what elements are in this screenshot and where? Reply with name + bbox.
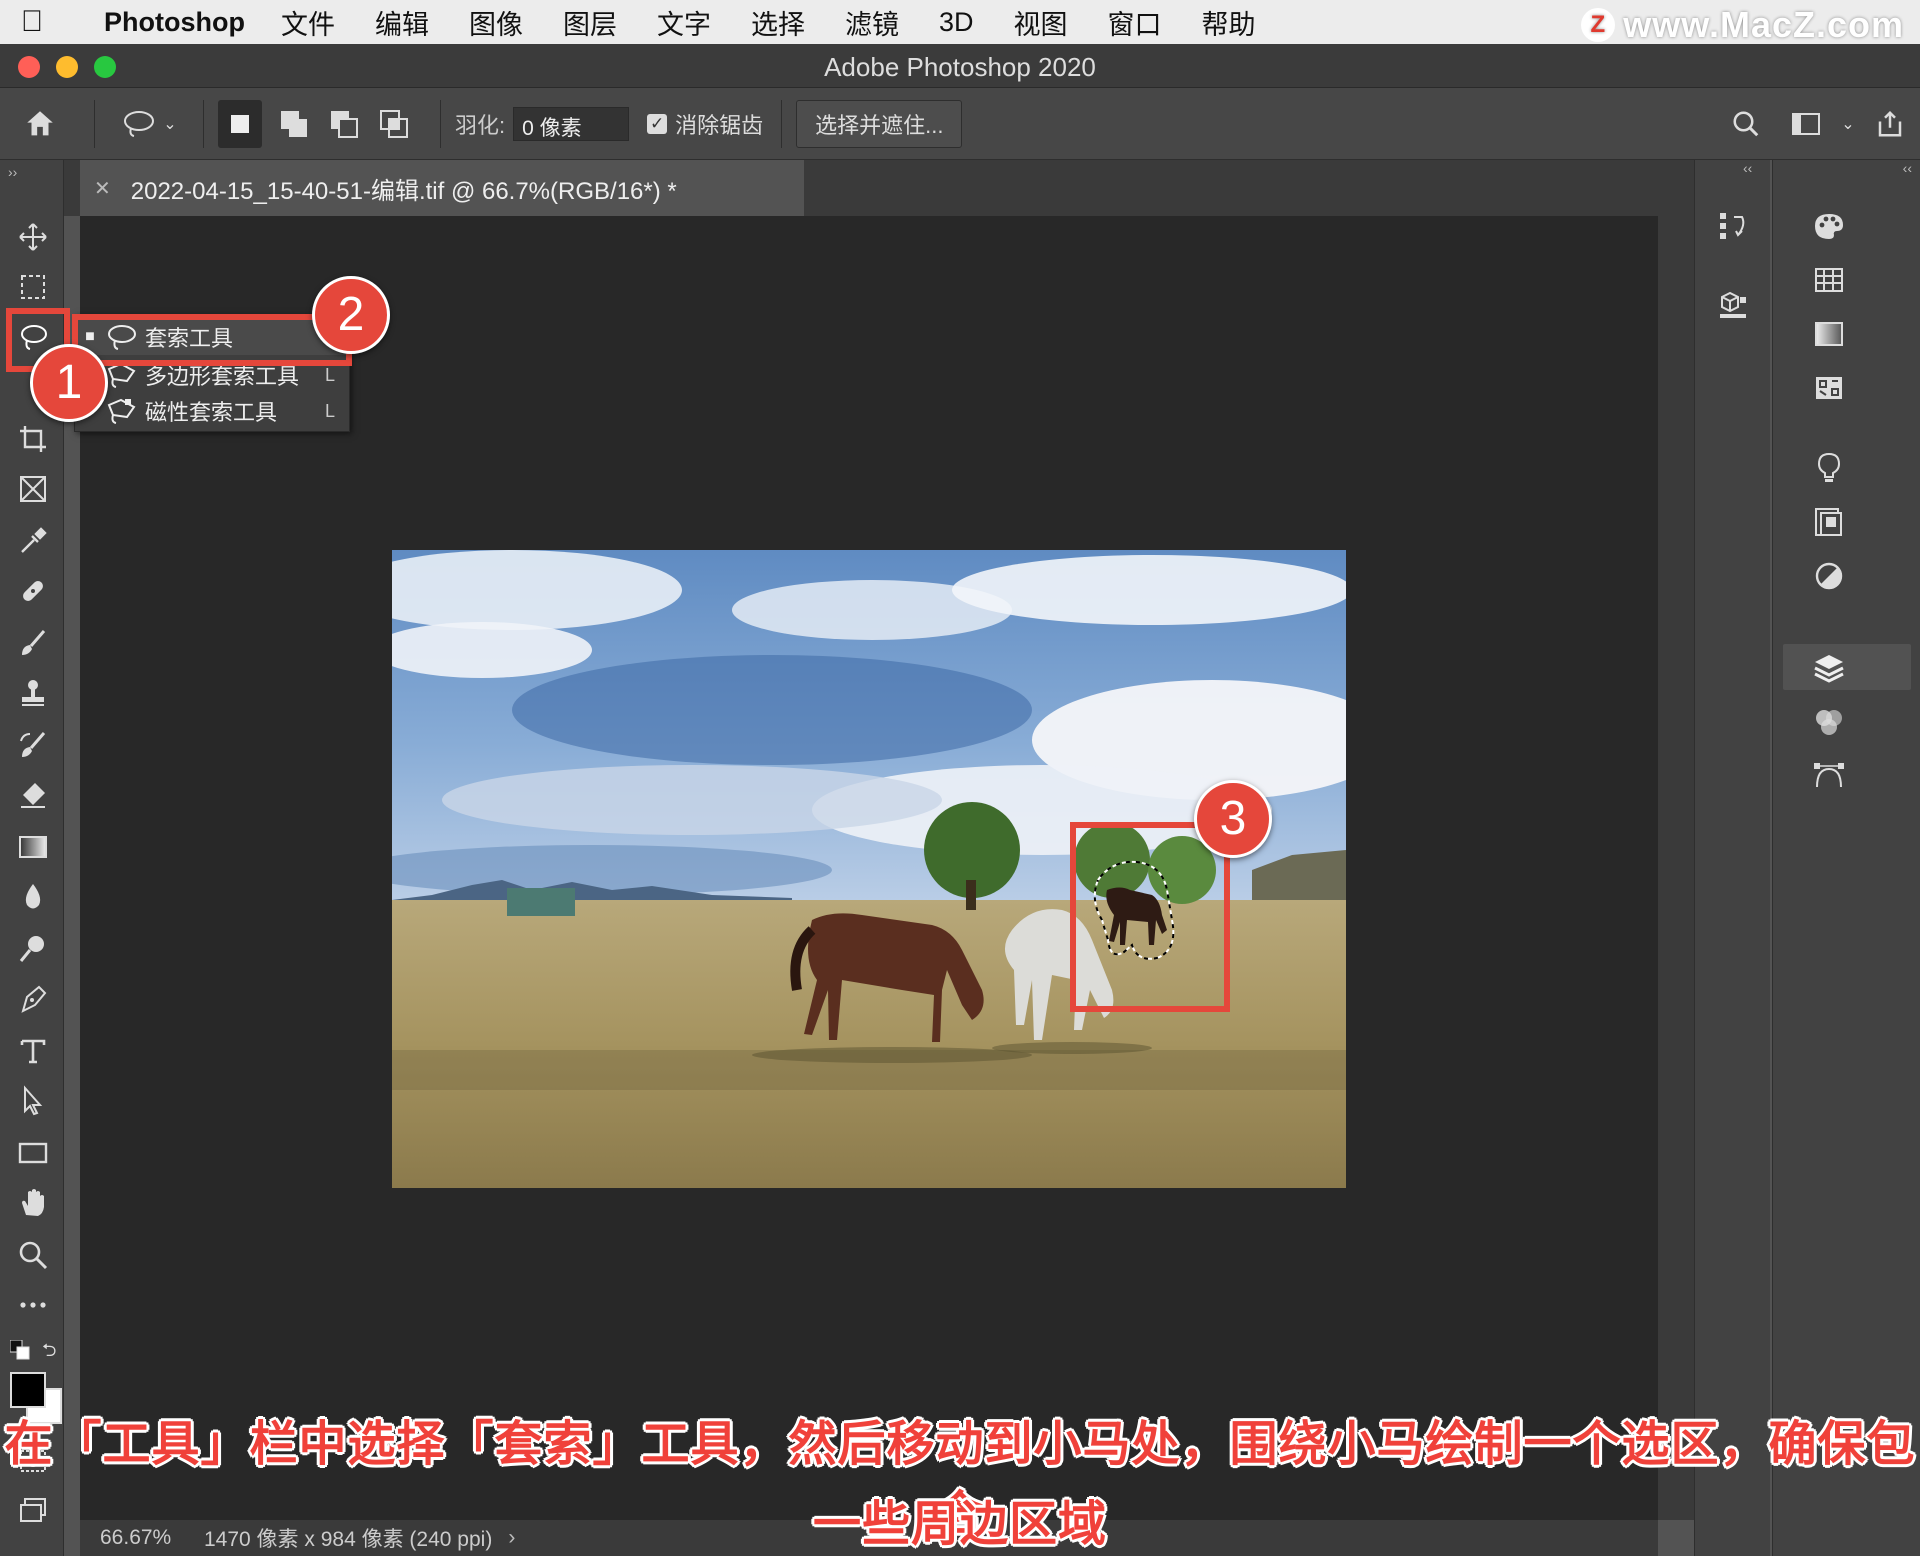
- menu-layer[interactable]: 图层: [563, 3, 617, 42]
- menu-edit[interactable]: 编辑: [375, 3, 429, 42]
- close-tab-icon[interactable]: ✕: [94, 176, 111, 201]
- antialias-checkbox[interactable]: ✓: [647, 113, 668, 134]
- default-colors-icon[interactable]: [9, 1339, 30, 1360]
- document-tab-title: 2022-04-15_15-40-51-编辑.tif @ 66.7%(RGB/1…: [130, 177, 677, 205]
- menu-image[interactable]: 图像: [469, 3, 523, 42]
- menu-help[interactable]: 帮助: [1202, 3, 1256, 42]
- subtract-from-selection-button[interactable]: [326, 106, 362, 142]
- lasso-preset-picker[interactable]: ⌄: [109, 109, 189, 139]
- pen-tool-icon[interactable]: [16, 982, 50, 1016]
- watermark-text: www.MacZ.com: [1623, 4, 1904, 45]
- add-to-selection-button[interactable]: [276, 106, 312, 142]
- eyedropper-tool-icon[interactable]: [16, 524, 50, 558]
- flyout-item-label: 磁性套索工具: [145, 400, 278, 425]
- layers-panel-icon[interactable]: [1809, 648, 1849, 688]
- type-tool-icon[interactable]: [16, 1034, 50, 1068]
- flyout-magnetic-lasso-tool[interactable]: 磁性套索工具 L: [75, 393, 351, 429]
- vertical-scrollbar[interactable]: [1658, 216, 1694, 1520]
- patterns-panel-icon[interactable]: [1809, 368, 1849, 408]
- menu-3d[interactable]: 3D: [939, 7, 974, 38]
- learn-panel-icon[interactable]: [1809, 448, 1849, 488]
- document-tab[interactable]: ✕ 2022-04-15_15-40-51-编辑.tif @ 66.7%(RGB…: [80, 160, 804, 216]
- brush-tool-icon[interactable]: [16, 626, 50, 660]
- annotation-badge-3: 3: [1194, 780, 1272, 858]
- separator: [781, 99, 783, 148]
- annotation-badge-2: 2: [312, 276, 390, 354]
- annotation-box-3: [1070, 822, 1230, 1012]
- adjustments-panel-icon[interactable]: [1809, 556, 1849, 596]
- dodge-tool-icon[interactable]: [16, 932, 50, 966]
- path-selection-tool-icon[interactable]: [16, 1084, 50, 1118]
- feather-label: 羽化:: [455, 112, 506, 138]
- move-tool-icon[interactable]: [16, 220, 50, 254]
- workspace-icon[interactable]: [1776, 111, 1836, 137]
- chevron-down-icon: ⌄: [163, 115, 177, 133]
- menu-filter[interactable]: 滤镜: [845, 3, 899, 42]
- annotation-box-2: [72, 314, 352, 366]
- options-bar: ⌄ 羽化: 0 像素 ✓ 消除锯齿 选择并遮住... ⌄: [0, 88, 1920, 160]
- window-title: Adobe Photoshop 2020: [824, 52, 1096, 82]
- color-panel-icon[interactable]: [1809, 206, 1849, 246]
- frame-tool-icon[interactable]: [16, 472, 50, 506]
- separator: [203, 99, 204, 148]
- caption-line-2: 一些周边区域: [812, 1498, 1107, 1551]
- clone-stamp-tool-icon[interactable]: [16, 676, 50, 710]
- paths-panel-icon[interactable]: [1809, 756, 1849, 796]
- channels-panel-icon[interactable]: [1809, 702, 1849, 742]
- intersect-selection-button[interactable]: [376, 106, 412, 142]
- annotation-badge-1: 1: [30, 344, 108, 422]
- magnetic-lasso-icon: [105, 397, 145, 425]
- rectangle-tool-icon[interactable]: [16, 1136, 50, 1170]
- foreground-color-swatch[interactable]: [10, 1372, 46, 1408]
- 3d-panel-icon[interactable]: [1713, 284, 1753, 324]
- crop-tool-icon[interactable]: [16, 422, 50, 456]
- swap-colors-icon[interactable]: ⮌: [42, 1338, 62, 1360]
- shortcut-key: L: [324, 400, 335, 421]
- menu-app-name[interactable]: Photoshop: [104, 7, 245, 38]
- chevron-down-icon[interactable]: ⌄: [1836, 114, 1860, 134]
- panel-dock-narrow: ‹‹: [1694, 160, 1770, 1556]
- gradient-tool-icon[interactable]: [16, 830, 50, 864]
- macos-menubar:  Photoshop 文件 编辑 图像 图层 文字 选择 滤镜 3D 视图 窗…: [0, 0, 1920, 46]
- apple-logo-icon[interactable]: : [0, 5, 64, 39]
- gradients-panel-icon[interactable]: [1809, 314, 1849, 354]
- collapse-chevron-icon[interactable]: ››: [8, 164, 17, 180]
- antialias-label: 消除锯齿: [675, 112, 764, 138]
- menu-file[interactable]: 文件: [281, 3, 335, 42]
- menu-view[interactable]: 视图: [1014, 3, 1068, 42]
- zoom-tool-icon[interactable]: [16, 1238, 50, 1272]
- window-titlebar: Adobe Photoshop 2020: [0, 44, 1920, 88]
- menu-window[interactable]: 窗口: [1108, 3, 1162, 42]
- select-and-mask-button[interactable]: 选择并遮住...: [796, 99, 963, 148]
- marquee-tool-icon[interactable]: [16, 270, 50, 304]
- shortcut-key: L: [324, 364, 335, 385]
- separator: [94, 99, 95, 148]
- home-icon[interactable]: [0, 107, 80, 141]
- watermark-logo-icon: Z: [1581, 8, 1616, 42]
- menu-select[interactable]: 选择: [751, 3, 805, 42]
- panel-dock-icons: ‹‹: [1772, 160, 1920, 1556]
- feather-input[interactable]: 0 像素: [513, 106, 630, 141]
- libraries-panel-icon[interactable]: [1809, 502, 1849, 542]
- blur-tool-icon[interactable]: [16, 880, 50, 914]
- search-icon[interactable]: [1716, 109, 1776, 139]
- collapse-chevron-icon[interactable]: ‹‹: [1743, 160, 1752, 176]
- separator: [440, 99, 441, 148]
- watermark: Z www.MacZ.com: [1581, 4, 1904, 46]
- more-tools-icon[interactable]: [16, 1288, 50, 1322]
- hand-tool-icon[interactable]: [16, 1186, 50, 1220]
- history-panel-icon[interactable]: [1713, 206, 1753, 246]
- history-brush-tool-icon[interactable]: [16, 728, 50, 762]
- eraser-tool-icon[interactable]: [16, 778, 50, 812]
- document-tabs: ✕ 2022-04-15_15-40-51-编辑.tif @ 66.7%(RGB…: [64, 160, 1694, 216]
- collapse-chevron-icon[interactable]: ‹‹: [1903, 160, 1912, 176]
- menu-type[interactable]: 文字: [657, 3, 711, 42]
- healing-brush-tool-icon[interactable]: [16, 574, 50, 608]
- new-selection-button[interactable]: [218, 99, 262, 148]
- share-icon[interactable]: [1860, 109, 1920, 139]
- swatches-panel-icon[interactable]: [1809, 260, 1849, 300]
